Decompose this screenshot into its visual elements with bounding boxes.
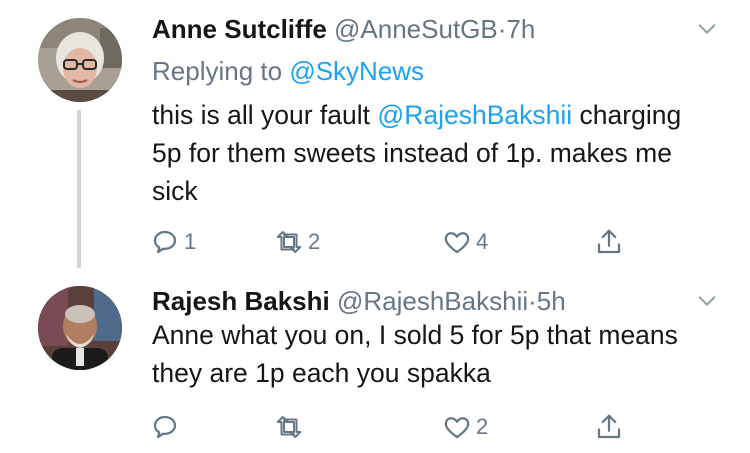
like-button[interactable]: 2 bbox=[442, 410, 488, 444]
tweet-actions: 1 2 4 bbox=[150, 225, 630, 259]
user-handle[interactable]: @AnneSutGB bbox=[334, 14, 498, 44]
tweet-text: this is all your fault @RajeshBakshii ch… bbox=[152, 96, 712, 210]
tweet-header: Anne Sutcliffe @AnneSutGB·7h bbox=[152, 14, 535, 45]
display-name[interactable]: Rajesh Bakshi bbox=[152, 286, 330, 316]
share-icon bbox=[597, 414, 621, 439]
display-name[interactable]: Anne Sutcliffe bbox=[152, 14, 327, 44]
heart-icon bbox=[444, 232, 470, 254]
separator-dot: · bbox=[528, 286, 537, 316]
like-count: 2 bbox=[476, 414, 489, 439]
reply-icon bbox=[153, 230, 177, 254]
timestamp[interactable]: 5h bbox=[537, 286, 566, 316]
heart-icon bbox=[444, 417, 470, 439]
reply-count: 1 bbox=[184, 229, 197, 254]
like-button[interactable]: 4 bbox=[442, 225, 488, 259]
retweet-button[interactable]: 2 bbox=[274, 225, 320, 259]
reply-button[interactable] bbox=[150, 410, 184, 444]
like-count: 4 bbox=[476, 229, 489, 254]
user-handle[interactable]: @RajeshBakshii bbox=[337, 286, 528, 316]
avatar[interactable] bbox=[38, 18, 122, 102]
share-button[interactable] bbox=[594, 225, 624, 259]
tweet-text: Anne what you on, I sold 5 for 5p that m… bbox=[152, 320, 678, 388]
retweet-count: 2 bbox=[308, 229, 321, 254]
mention-link[interactable]: @RajeshBakshii bbox=[377, 100, 572, 130]
share-icon bbox=[597, 229, 621, 254]
thread-line bbox=[77, 110, 81, 268]
timestamp[interactable]: 7h bbox=[506, 14, 535, 44]
replying-prefix: Replying to bbox=[152, 56, 290, 86]
chevron-down-icon[interactable] bbox=[696, 18, 718, 40]
avatar[interactable] bbox=[38, 286, 122, 370]
tweet[interactable]: Rajesh Bakshi @RajeshBakshii·5h Anne wha… bbox=[0, 270, 750, 453]
retweet-icon bbox=[276, 416, 302, 438]
tweet-text-part: this is all your fault bbox=[152, 100, 378, 130]
reply-icon bbox=[153, 415, 177, 439]
replying-to: Replying to @SkyNews bbox=[152, 56, 424, 87]
tweet[interactable]: Anne Sutcliffe @AnneSutGB·7h Replying to… bbox=[0, 0, 750, 270]
retweet-button[interactable] bbox=[274, 410, 308, 444]
tweet-header: Rajesh Bakshi @RajeshBakshii·5h bbox=[152, 286, 566, 317]
replying-to-link[interactable]: @SkyNews bbox=[289, 56, 424, 86]
reply-button[interactable]: 1 bbox=[150, 225, 196, 259]
tweet-actions: 2 bbox=[150, 410, 630, 444]
share-button[interactable] bbox=[594, 410, 624, 444]
retweet-icon bbox=[276, 231, 302, 253]
chevron-down-icon[interactable] bbox=[696, 290, 718, 312]
